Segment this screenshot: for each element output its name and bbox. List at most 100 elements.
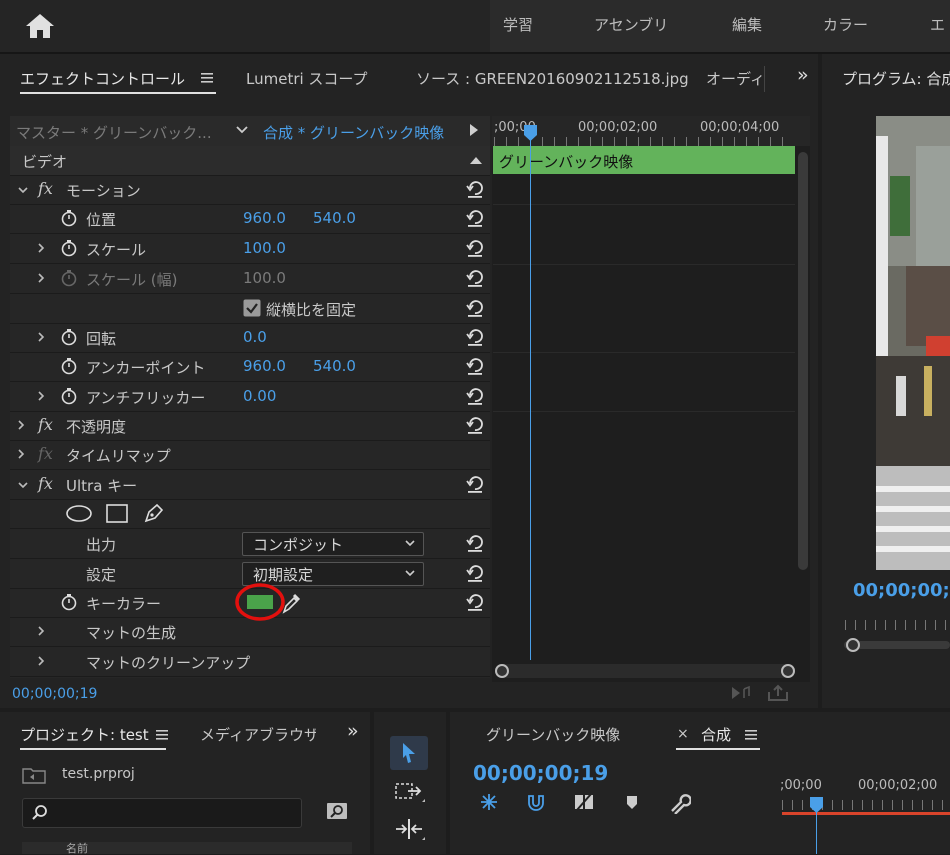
wrench-settings-icon[interactable] [669,792,691,814]
work-area-bar[interactable] [782,812,950,815]
workspace-effects[interactable]: エ [930,14,945,35]
export-frame-icon[interactable] [767,684,789,702]
chevron-right-icon[interactable] [16,449,26,459]
panel-menu-icon[interactable] [201,73,213,83]
anchor-y-value[interactable]: 540.0 [313,357,356,375]
output-dropdown[interactable]: コンポジット [242,532,424,556]
track-select-tool-icon[interactable] [394,780,426,806]
ultra-key-row[interactable]: fx Ultra キー [10,470,490,500]
position-x-value[interactable]: 960.0 [243,209,286,227]
reset-icon[interactable] [465,327,485,347]
play-audio-icon[interactable] [730,684,752,702]
reset-icon[interactable] [465,533,485,553]
chevron-right-icon[interactable] [36,243,46,253]
horizontal-scrollbar[interactable] [497,664,793,678]
chevron-right-icon[interactable] [36,273,46,283]
tab-audio[interactable]: オーディ [706,68,765,89]
reset-icon[interactable] [465,386,485,406]
fx-icon[interactable]: fx [38,474,53,493]
program-timecode[interactable]: 00;00;00;1 [853,580,950,601]
tab-effect-controls[interactable]: エフェクトコントロール [20,68,185,89]
chevron-down-icon[interactable] [18,185,28,195]
nest-icon[interactable] [478,792,500,812]
reset-icon[interactable] [465,238,485,258]
reset-icon[interactable] [465,298,485,318]
ec-timecode[interactable]: 00;00;00;19 [12,686,97,702]
tab-project[interactable]: プロジェクト: test [20,724,149,745]
time-remap-row[interactable]: fx タイムリマップ [10,440,490,470]
stopwatch-icon[interactable] [60,357,78,375]
column-name-header[interactable]: 名前 [66,843,88,854]
reset-icon[interactable] [465,179,485,199]
program-title[interactable]: プログラム: 合成 [842,68,950,89]
chevron-down-icon[interactable] [236,126,248,134]
stopwatch-icon[interactable] [60,328,78,346]
linked-selection-icon[interactable] [573,792,595,812]
panel-menu-icon[interactable] [156,730,168,740]
scroll-handle-left[interactable] [494,663,510,679]
stopwatch-icon[interactable] [60,209,78,227]
anchor-x-value[interactable]: 960.0 [243,357,286,375]
collapse-up-icon[interactable] [470,156,482,164]
ripple-edit-tool-icon[interactable] [394,816,426,842]
pen-mask-icon[interactable] [143,502,165,524]
scroll-handle-right[interactable] [780,663,796,679]
tab-source[interactable]: ソース : GREEN20160902112518.jpg [416,68,689,89]
stopwatch-icon[interactable] [60,239,78,257]
workspace-assembly[interactable]: アセンブリ [594,14,668,35]
chevron-right-icon[interactable] [36,391,46,401]
fx-icon[interactable]: fx [38,415,53,434]
opacity-row[interactable]: fx 不透明度 [10,411,490,441]
find-bin-icon[interactable] [326,802,348,820]
tab-sequence-composite[interactable]: 合成 [701,724,731,745]
antiflicker-value[interactable]: 0.00 [243,387,276,405]
rotation-value[interactable]: 0.0 [243,328,267,346]
program-scroll-bar[interactable] [844,636,950,654]
workspace-color[interactable]: カラー [823,14,868,35]
reset-icon[interactable] [465,474,485,494]
workspace-editing[interactable]: 編集 [732,14,762,35]
clip-bar[interactable]: グリーンバック映像 [493,146,795,174]
position-y-value[interactable]: 540.0 [313,209,356,227]
reset-icon[interactable] [465,208,485,228]
uniform-scale-checkbox[interactable] [243,299,261,317]
rectangle-mask-icon[interactable] [106,504,128,523]
matte-cleanup-row[interactable]: マットのクリーンアップ [10,647,490,677]
reset-icon[interactable] [465,415,485,435]
tab-lumetri-scopes[interactable]: Lumetri スコープ [246,68,368,89]
sequence-clip-label[interactable]: 合成 * グリーンバック映像 [263,122,444,143]
chevron-down-icon[interactable] [18,480,28,490]
scale-value[interactable]: 100.0 [243,239,286,257]
home-icon[interactable] [22,11,58,41]
playhead-marker[interactable] [523,124,538,142]
tab-media-browser[interactable]: メディアブラウザ [200,724,316,745]
chevron-right-icon[interactable] [36,626,46,636]
close-tab-icon[interactable]: × [677,726,689,742]
sequence-timecode[interactable]: 00;00;00;19 [473,761,608,785]
vertical-scrollbar[interactable] [798,152,808,570]
eyedropper-icon[interactable] [282,592,302,614]
overflow-tabs-icon[interactable]: » [347,720,359,742]
chevron-right-icon[interactable] [16,420,26,430]
reset-icon[interactable] [465,356,485,376]
reset-icon[interactable] [465,268,485,288]
chevron-right-icon[interactable] [36,656,46,666]
ellipse-mask-icon[interactable] [66,505,92,522]
project-search-input[interactable] [22,798,302,828]
selection-tool-button[interactable] [390,736,428,770]
stopwatch-icon[interactable] [60,387,78,405]
fx-icon[interactable]: fx [38,179,53,198]
matte-generation-row[interactable]: マットの生成 [10,617,490,647]
overflow-tabs-icon[interactable]: » [797,64,809,86]
reset-icon[interactable] [465,563,485,583]
master-clip-label[interactable]: マスター * グリーンバック... [16,122,212,143]
stopwatch-icon[interactable] [60,593,78,611]
snap-magnet-icon[interactable] [526,792,546,812]
project-filename[interactable]: test.prproj [62,766,135,782]
reset-icon[interactable] [465,592,485,612]
motion-row[interactable]: fx モーション [10,175,490,205]
tab-sequence-greenback[interactable]: グリーンバック映像 [486,724,620,745]
play-triangle-icon[interactable] [469,124,479,136]
workspace-learning[interactable]: 学習 [503,14,533,35]
add-marker-icon[interactable] [625,794,639,810]
